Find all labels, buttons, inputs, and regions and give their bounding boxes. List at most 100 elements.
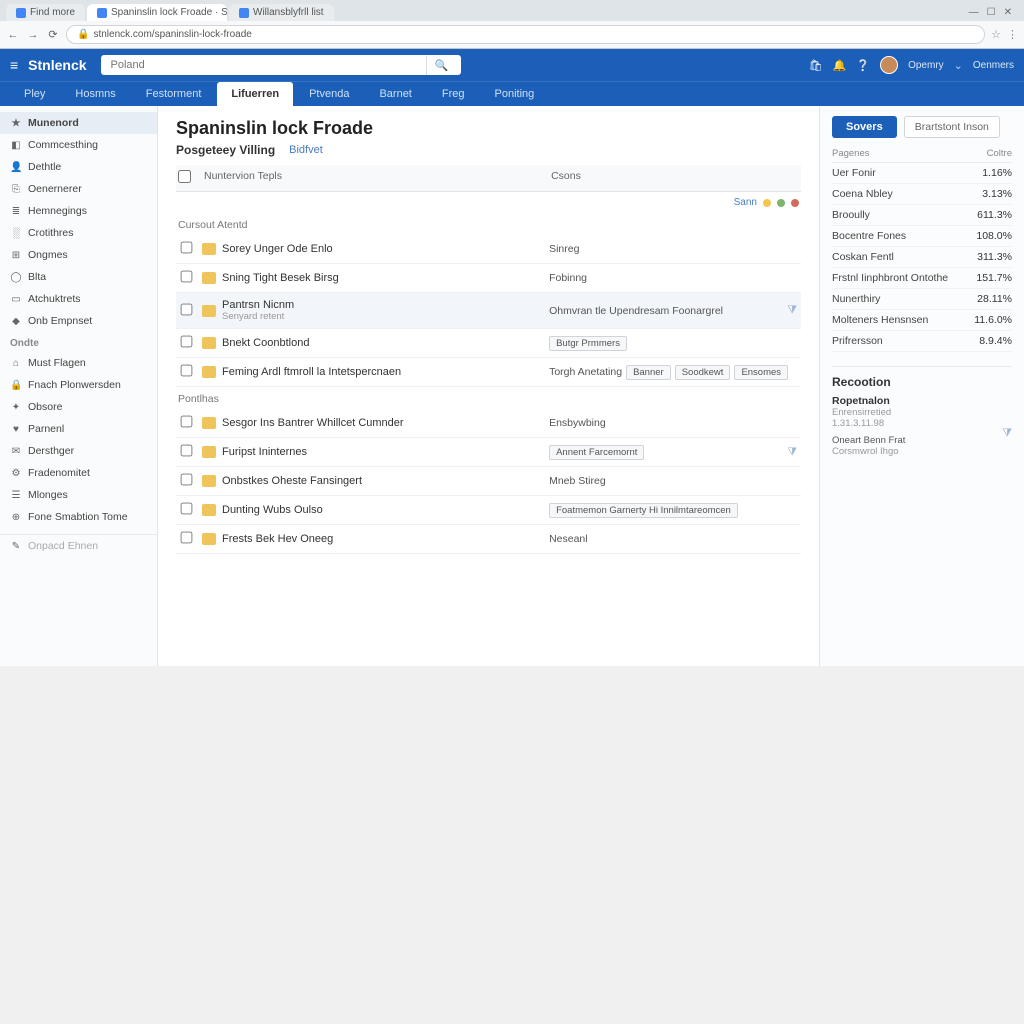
row-checkbox[interactable]: [181, 416, 193, 428]
status-text[interactable]: Sann: [734, 197, 757, 208]
row-checkbox[interactable]: [181, 242, 193, 254]
table-row[interactable]: Frests Bek Hev OneegNeseanl: [176, 525, 801, 554]
menu-icon[interactable]: ⋮: [1007, 28, 1018, 41]
row-checkbox[interactable]: [181, 532, 193, 544]
sidebar-item[interactable]: ⊞Ongmes: [0, 244, 157, 266]
hamburger-icon[interactable]: ≡: [10, 57, 18, 73]
select-all-checkbox[interactable]: [178, 170, 191, 183]
sidebar-heading: Ondte: [0, 332, 157, 352]
row-status: Mneb Stireg: [549, 475, 606, 487]
nav-tab-active[interactable]: Lifuerren: [217, 82, 293, 106]
column-header: Nuntervion Tepls Csons: [176, 165, 801, 192]
sidebar-item-label: Crotithres: [28, 227, 74, 239]
sidebar-footer-input[interactable]: Onpacd Ehnen: [28, 540, 98, 552]
nav-tab[interactable]: Festorment: [132, 82, 216, 106]
sidebar-item[interactable]: ♥Parnenl: [0, 418, 157, 440]
avatar[interactable]: [880, 56, 898, 74]
browser-tab[interactable]: Willansblyfrll list: [229, 4, 334, 21]
nav-tab[interactable]: Pley: [10, 82, 59, 106]
secondary-button[interactable]: Brartstont Inson: [904, 116, 1000, 138]
sidebar-item[interactable]: ◧Commcesthing: [0, 134, 157, 156]
sidebar-item[interactable]: ⎘Oenernerer: [0, 178, 157, 200]
filter-icon[interactable]: ⧩: [787, 446, 797, 459]
sidebar-item[interactable]: ⌂Must Flagen: [0, 352, 157, 374]
sidebar-item[interactable]: ░Crotithres: [0, 222, 157, 244]
stat-row: Molteners Hensnsen11.6.0%: [832, 310, 1012, 331]
sidebar-item[interactable]: ◆Onb Empnset: [0, 310, 157, 332]
maximize-icon[interactable]: ☐: [987, 7, 996, 18]
table-row[interactable]: Furipst IninternesAnnent Farcemornt⧩: [176, 438, 801, 467]
filter-icon[interactable]: ⧩: [787, 304, 797, 317]
sidebar-item[interactable]: ☰Mlonges: [0, 484, 157, 506]
nav-tab[interactable]: Hosmns: [61, 82, 129, 106]
row-checkbox[interactable]: [181, 503, 193, 515]
address-bar[interactable]: 🔒 stnlenck.com/spaninslin-lock-froade: [66, 25, 985, 44]
row-status: Fobinng: [549, 272, 587, 284]
status-pill[interactable]: Foatmemon Garnerty Hi Innilmtareomcen: [549, 503, 738, 518]
col-name[interactable]: Nuntervion Tepls: [204, 170, 551, 186]
stat-row: Prifrersson8.9.4%: [832, 331, 1012, 352]
table-row[interactable]: Onbstkes Oheste FansingertMneb Stireg: [176, 467, 801, 496]
row-checkbox[interactable]: [181, 474, 193, 486]
row-checkbox[interactable]: [181, 303, 193, 315]
table-row[interactable]: Bnekt CoonbtlondButgr Prmmers: [176, 329, 801, 358]
status-pill[interactable]: Ensomes: [734, 365, 788, 380]
sidebar-item-label: Blta: [28, 271, 46, 283]
table-row[interactable]: Dunting Wubs OulsoFoatmemon Garnerty Hi …: [176, 496, 801, 525]
nav-tab[interactable]: Barnet: [365, 82, 425, 106]
forward-icon[interactable]: →: [26, 28, 40, 42]
browser-tab-active[interactable]: Spaninslin lock Froade · Stnlenck: [87, 4, 227, 21]
status-pill[interactable]: Butgr Prmmers: [549, 336, 627, 351]
stat-value: 108.0%: [976, 230, 1012, 242]
subtitle-link[interactable]: Bidfvet: [289, 144, 323, 156]
row-checkbox[interactable]: [181, 365, 193, 377]
browser-tab[interactable]: Find more: [6, 4, 85, 21]
help-icon[interactable]: ❔: [856, 59, 870, 72]
table-row[interactable]: Feming Ardl ftmroll la IntetspercnaenTor…: [176, 358, 801, 387]
stat-value: 28.11%: [977, 293, 1012, 305]
top-link-opemry[interactable]: Opemry: [908, 60, 944, 71]
table-row[interactable]: Sesgor Ins Bantrer Whillcet CumnderEnsby…: [176, 409, 801, 438]
status-pill[interactable]: Banner: [626, 365, 671, 380]
sidebar-item[interactable]: ⚙Fradenomitet: [0, 462, 157, 484]
bell-icon[interactable]: 🔔: [833, 59, 847, 72]
close-icon[interactable]: ✕: [1004, 7, 1012, 18]
status-pill[interactable]: Soodkewt: [675, 365, 731, 380]
sidebar-item[interactable]: ▭Atchuktrets: [0, 288, 157, 310]
sidebar-item[interactable]: ★Munenord: [0, 112, 157, 134]
stat-row: Frstnl Iinphbront Ontothe151.7%: [832, 268, 1012, 289]
sidebar-item[interactable]: ◯Blta: [0, 266, 157, 288]
top-link-comm[interactable]: Oenmers: [973, 60, 1014, 71]
sidebar-item[interactable]: 👤Dethtle: [0, 156, 157, 178]
sidebar-item[interactable]: ✦Obsore: [0, 396, 157, 418]
sidebar-item[interactable]: 🔒Fnach Plonwersden: [0, 374, 157, 396]
search-icon[interactable]: 🔍: [426, 56, 457, 75]
table-row[interactable]: Sorey Unger Ode EnloSinreg: [176, 235, 801, 264]
section-label: Cursout Atentd: [176, 213, 801, 235]
nav-tab[interactable]: Freg: [428, 82, 479, 106]
sidebar-item[interactable]: ✉Dersthger: [0, 440, 157, 462]
col-status[interactable]: Csons: [551, 170, 799, 186]
search-box[interactable]: 🔍: [101, 55, 461, 75]
nav-tab[interactable]: Poniting: [481, 82, 549, 106]
nav-tab[interactable]: Ptvenda: [295, 82, 363, 106]
status-pill[interactable]: Annent Farcemornt: [549, 445, 644, 460]
filter-icon[interactable]: ⧩: [1002, 427, 1012, 440]
folder-icon: [202, 305, 216, 317]
table-row[interactable]: Sning Tight Besek BirsgFobinng: [176, 264, 801, 293]
sidebar-item-label: Hemnegings: [28, 205, 87, 217]
minimize-icon[interactable]: —: [969, 7, 979, 18]
back-icon[interactable]: ←: [6, 28, 20, 42]
search-input[interactable]: [109, 55, 426, 75]
row-checkbox[interactable]: [181, 271, 193, 283]
save-button[interactable]: Sovers: [832, 116, 897, 138]
sidebar-item[interactable]: ⊕Fone Smabtion Tome: [0, 506, 157, 528]
row-checkbox[interactable]: [181, 445, 193, 457]
sidebar-item[interactable]: ≣Hemnegings: [0, 200, 157, 222]
row-checkbox[interactable]: [181, 336, 193, 348]
cart-icon[interactable]: 🛍: [809, 59, 823, 72]
table-row[interactable]: Pantrsn NicnmSenyard retentOhmvran tle U…: [176, 293, 801, 329]
brand[interactable]: Stnlenck: [28, 57, 86, 73]
star-icon[interactable]: ☆: [991, 28, 1001, 41]
reload-icon[interactable]: ⟳: [46, 28, 60, 42]
